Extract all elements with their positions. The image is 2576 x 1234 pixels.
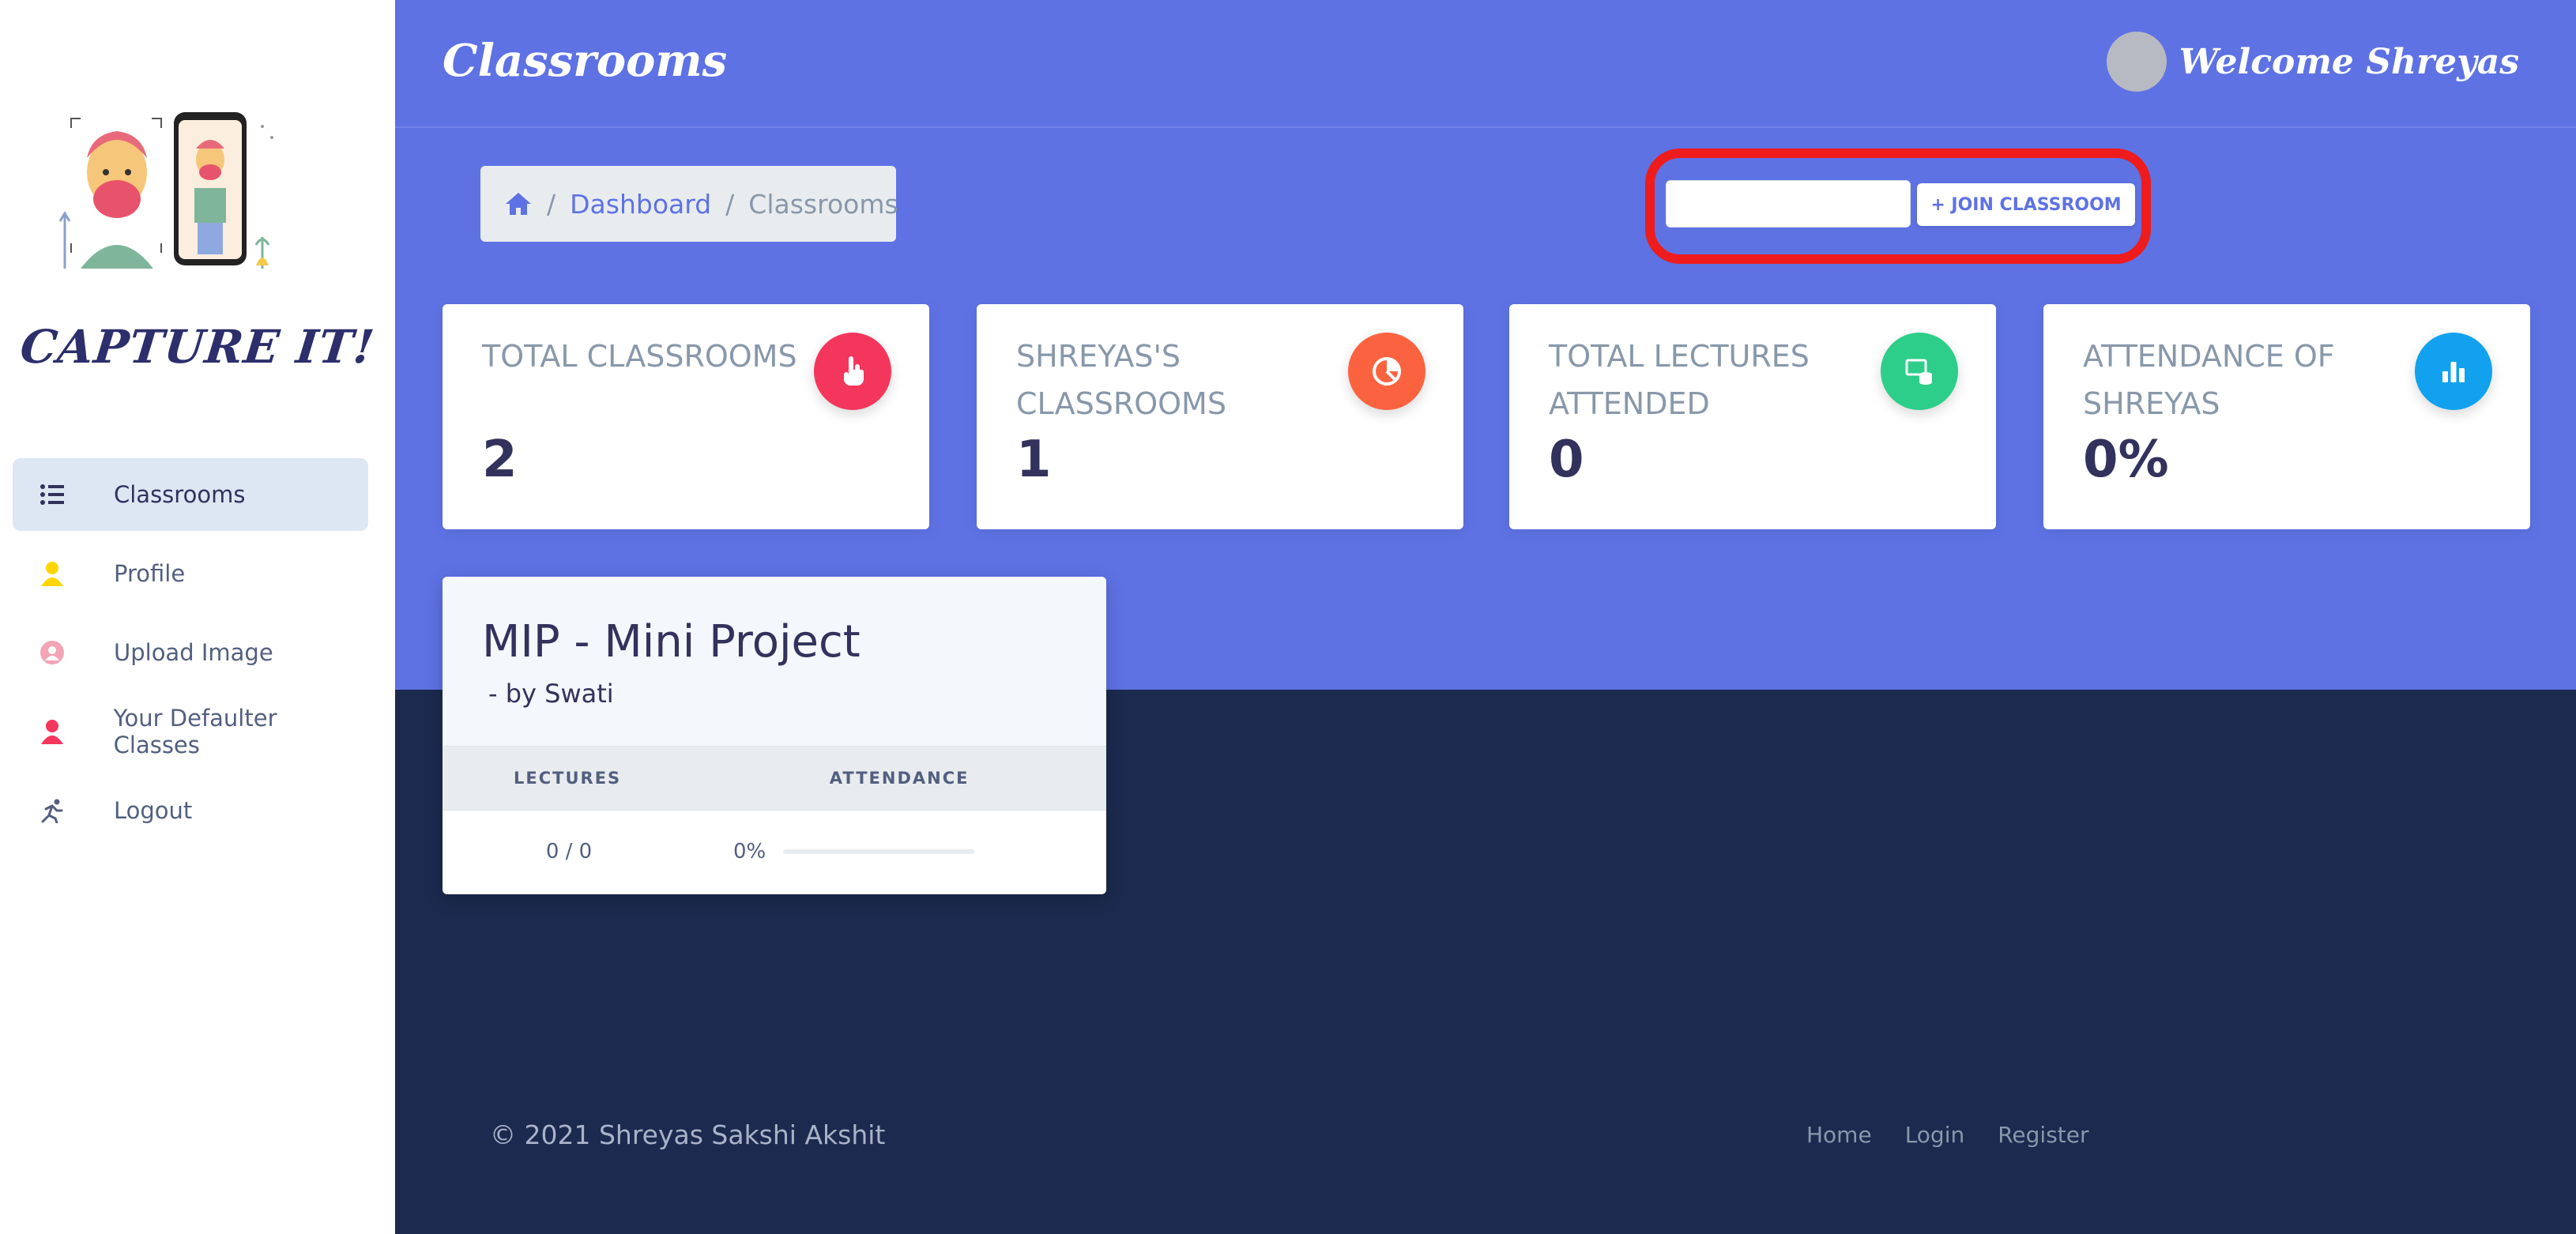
column-header-attendance: ATTENDANCE [829, 769, 970, 788]
breadcrumb: / Dashboard / Classrooms [480, 166, 898, 242]
sidebar-item-label: Classrooms [114, 481, 246, 508]
home-icon[interactable] [504, 191, 533, 216]
pointer-hand-icon [814, 333, 891, 410]
list-icon [36, 479, 68, 510]
table-row: 0 / 0 0% [443, 811, 1106, 893]
pie-chart-icon [1348, 333, 1425, 410]
sidebar-item-classrooms[interactable]: Classrooms [13, 458, 368, 531]
welcome-text: Welcome Shreyas [2179, 41, 2519, 82]
classroom-card-header: MIP - Mini Project - by Swati [443, 577, 1106, 746]
join-classroom-button[interactable]: + JOIN CLASSROOM [1917, 183, 2135, 226]
sidebar-item-label: Logout [114, 797, 193, 824]
breadcrumb-dashboard-link[interactable]: Dashboard [570, 189, 711, 220]
page-title: Classrooms [443, 35, 728, 87]
class-code-input[interactable] [1666, 180, 1911, 228]
sidebar-item-label: Upload Image [114, 639, 273, 666]
stat-title: TOTAL LECTURES ATTENDED [1549, 339, 1810, 421]
sidebar: CAPTURE IT! Classrooms Profile Upload Im… [0, 0, 395, 1234]
sidebar-item-profile[interactable]: Profile [13, 537, 368, 610]
sidebar-nav: Classrooms Profile Upload Image Your Def… [13, 458, 368, 853]
sidebar-item-upload-image[interactable]: Upload Image [13, 616, 368, 689]
avatar[interactable] [2106, 32, 2167, 92]
sidebar-item-label: Profile [114, 560, 186, 587]
breadcrumb-separator: / [547, 188, 556, 220]
stat-title: ATTENDANCE OF SHREYAS [2083, 339, 2335, 421]
running-icon [36, 795, 68, 826]
database-icon [1881, 333, 1958, 410]
footer-links: Home Login Register [1806, 1122, 2122, 1148]
footer-copyright: © 2021 Shreyas Sakshi Akshit [490, 1119, 886, 1150]
stat-title: TOTAL CLASSROOMS [482, 339, 797, 374]
attendance-value: 0% [733, 840, 766, 863]
table-header: LECTURES ATTENDANCE [443, 746, 1106, 811]
column-header-lectures: LECTURES [514, 769, 622, 788]
classroom-title: MIP - Mini Project [482, 616, 861, 668]
breadcrumb-current: Classrooms [748, 188, 898, 220]
stat-card-total-classrooms: TOTAL CLASSROOMS 2 [443, 304, 929, 529]
footer-link-home[interactable]: Home [1806, 1122, 1872, 1148]
sidebar-item-label: Your Defaulter Classes [113, 705, 277, 758]
breadcrumb-separator: / [725, 188, 735, 220]
brand-logo-text: CAPTURE IT! [17, 320, 378, 374]
user-welcome[interactable]: Welcome Shreyas [2106, 32, 2519, 92]
classroom-card[interactable]: MIP - Mini Project - by Swati LECTURES A… [443, 577, 1106, 894]
footer-link-login[interactable]: Login [1905, 1122, 1965, 1148]
attendance-cell: 0% [695, 840, 975, 863]
sidebar-item-logout[interactable]: Logout [13, 774, 368, 847]
lectures-value: 0 / 0 [545, 840, 593, 863]
stat-value: 0 [1549, 431, 1584, 489]
stat-value: 0% [2083, 431, 2169, 489]
stat-value: 2 [482, 431, 518, 489]
stat-card-my-classrooms: SHREYAS'S CLASSROOMS 1 [977, 304, 1463, 529]
header-divider [395, 126, 2576, 128]
face-recognition-illustration [58, 112, 273, 269]
stat-card-attendance: ATTENDANCE OF SHREYAS 0% [2043, 304, 2530, 529]
user-circle-icon [36, 637, 68, 668]
footer-link-register[interactable]: Register [1998, 1122, 2088, 1148]
classroom-owner: - by Swati [488, 679, 614, 709]
sidebar-item-defaulter-classes[interactable]: Your Defaulter Classes [13, 695, 368, 768]
stat-card-lectures-attended: TOTAL LECTURES ATTENDED 0 [1509, 304, 1996, 529]
stat-value: 1 [1016, 431, 1052, 489]
attendance-progress-bar [783, 849, 975, 854]
user-icon [36, 558, 68, 589]
bar-chart-icon [2415, 333, 2492, 410]
user-icon [36, 716, 68, 747]
stat-title: SHREYAS'S CLASSROOMS [1016, 339, 1226, 421]
